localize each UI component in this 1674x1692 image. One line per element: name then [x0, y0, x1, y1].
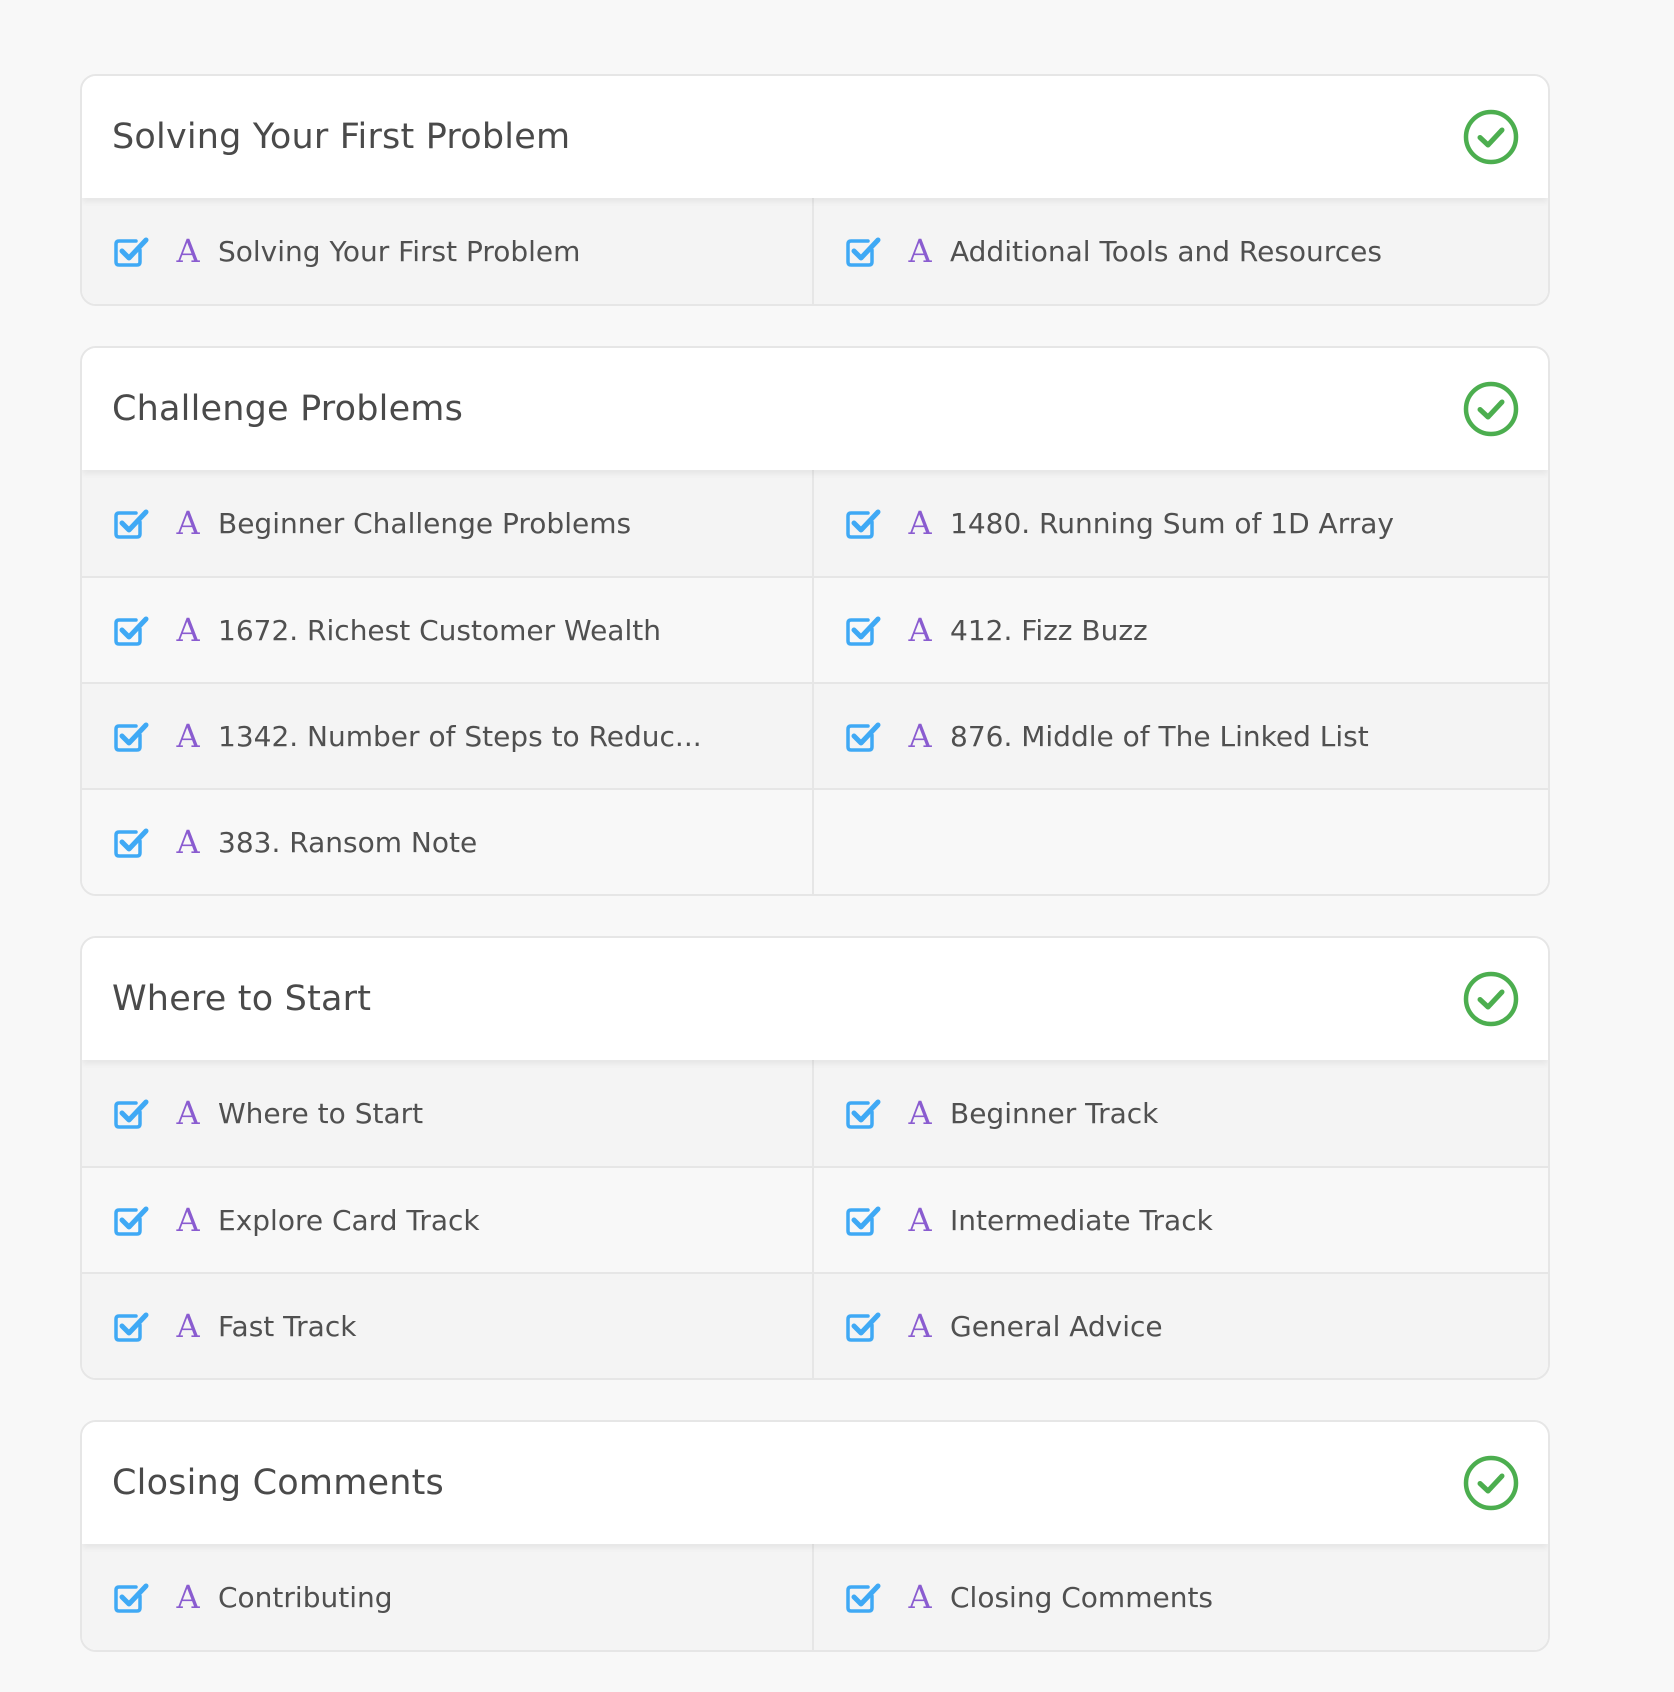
chapter-item-label: Beginner Track [950, 1096, 1159, 1130]
empty-cell [814, 788, 1548, 894]
chapter-item[interactable]: A Where to Start [82, 1060, 814, 1166]
chapter-item-label: Additional Tools and Resources [950, 234, 1382, 268]
article-type-icon: A [908, 611, 932, 649]
check-circle-icon [1463, 109, 1519, 165]
checkbox-checked-icon[interactable] [112, 504, 150, 542]
checkbox-checked-icon[interactable] [112, 1578, 150, 1616]
chapter-item-label: Beginner Challenge Problems [218, 506, 632, 540]
chapter-item-label: Intermediate Track [950, 1203, 1213, 1237]
chapter-item-label: 1342. Number of Steps to Reduc... [218, 719, 702, 753]
chapter-item[interactable]: A Contributing [82, 1544, 814, 1650]
checkbox-checked-icon[interactable] [112, 717, 150, 755]
article-type-icon: A [908, 1578, 932, 1616]
chapter-items-grid: A Solving Your First Problem A Additional T… [82, 198, 1548, 304]
chapter-item[interactable]: A Beginner Challenge Problems [82, 470, 814, 576]
chapter-item-label: Contributing [218, 1580, 393, 1614]
chapter-item[interactable]: A 1672. Richest Customer Wealth [82, 576, 814, 682]
article-type-icon: A [908, 232, 932, 270]
chapter-list: Solving Your First Problem A Solving Your … [80, 74, 1550, 1692]
chapter-card: Where to Start A Where to Start A Beginner T… [80, 936, 1550, 1380]
chapter-item[interactable]: A Closing Comments [814, 1544, 1548, 1650]
chapter-items-grid: A Where to Start A Beginner Track A Explore C… [82, 1060, 1548, 1378]
chapter-card: Challenge Problems A Beginner Challenge Pr… [80, 346, 1550, 896]
checkbox-checked-icon[interactable] [844, 232, 882, 270]
chapter-item-label: Solving Your First Problem [218, 234, 581, 268]
chapter-item[interactable]: A Explore Card Track [82, 1166, 814, 1272]
chapter-card: Solving Your First Problem A Solving Your … [80, 74, 1550, 306]
checkbox-checked-icon[interactable] [844, 504, 882, 542]
checkbox-checked-icon[interactable] [844, 717, 882, 755]
checkbox-checked-icon[interactable] [112, 1094, 150, 1132]
checkbox-checked-icon[interactable] [112, 1201, 150, 1239]
chapter-item-label: 383. Ransom Note [218, 825, 478, 859]
chapter-item-label: Closing Comments [950, 1580, 1214, 1614]
chapter-item[interactable]: A Fast Track [82, 1272, 814, 1378]
check-circle-icon [1463, 971, 1519, 1027]
chapter-title: Closing Comments [112, 1463, 444, 1503]
chapter-title: Challenge Problems [112, 389, 464, 429]
check-circle-icon [1463, 381, 1519, 437]
chapter-item-label: Explore Card Track [218, 1203, 480, 1237]
chapter-item[interactable]: A 876. Middle of The Linked List [814, 682, 1548, 788]
chapter-header[interactable]: Challenge Problems [82, 348, 1548, 470]
chapter-header[interactable]: Where to Start [82, 938, 1548, 1060]
chapter-item[interactable]: A Intermediate Track [814, 1166, 1548, 1272]
article-type-icon: A [176, 1094, 200, 1132]
checkbox-checked-icon[interactable] [112, 1307, 150, 1345]
chapter-item[interactable]: A 1342. Number of Steps to Reduc... [82, 682, 814, 788]
checkbox-checked-icon[interactable] [844, 1094, 882, 1132]
check-circle-icon [1463, 1455, 1519, 1511]
chapter-title: Where to Start [112, 979, 372, 1019]
checkbox-checked-icon[interactable] [112, 232, 150, 270]
chapter-item-label: 1672. Richest Customer Wealth [218, 613, 661, 647]
article-type-icon: A [176, 611, 200, 649]
chapter-item-label: 876. Middle of The Linked List [950, 719, 1369, 753]
checkbox-checked-icon[interactable] [844, 1201, 882, 1239]
chapter-item-label: 412. Fizz Buzz [950, 613, 1148, 647]
checkbox-checked-icon[interactable] [844, 1307, 882, 1345]
chapter-item[interactable]: A Additional Tools and Resources [814, 198, 1548, 304]
chapter-items-grid: A Contributing A Closing Comments [82, 1544, 1548, 1650]
article-type-icon: A [176, 823, 200, 861]
article-type-icon: A [176, 1307, 200, 1345]
article-type-icon: A [176, 232, 200, 270]
chapter-item[interactable]: A 412. Fizz Buzz [814, 576, 1548, 682]
chapter-item-label: Fast Track [218, 1309, 357, 1343]
chapter-header[interactable]: Solving Your First Problem [82, 76, 1548, 198]
article-type-icon: A [176, 504, 200, 542]
chapter-item-label: General Advice [950, 1309, 1163, 1343]
chapter-header[interactable]: Closing Comments [82, 1422, 1548, 1544]
chapter-item-label: Where to Start [218, 1096, 424, 1130]
article-type-icon: A [908, 1307, 932, 1345]
checkbox-checked-icon[interactable] [844, 1578, 882, 1616]
chapter-item[interactable]: A Solving Your First Problem [82, 198, 814, 304]
chapter-item[interactable]: A General Advice [814, 1272, 1548, 1378]
checkbox-checked-icon[interactable] [112, 611, 150, 649]
chapter-item[interactable]: A 1480. Running Sum of 1D Array [814, 470, 1548, 576]
chapter-title: Solving Your First Problem [112, 117, 571, 157]
article-type-icon: A [176, 1578, 200, 1616]
article-type-icon: A [908, 504, 932, 542]
chapter-item[interactable]: A Beginner Track [814, 1060, 1548, 1166]
checkbox-checked-icon[interactable] [844, 611, 882, 649]
chapter-item[interactable]: A 383. Ransom Note [82, 788, 814, 894]
article-type-icon: A [908, 1094, 932, 1132]
article-type-icon: A [176, 1201, 200, 1239]
article-type-icon: A [908, 1201, 932, 1239]
chapter-item-label: 1480. Running Sum of 1D Array [950, 506, 1394, 540]
article-type-icon: A [908, 717, 932, 755]
checkbox-checked-icon[interactable] [112, 823, 150, 861]
chapter-card: Closing Comments A Contributing A Closing Co… [80, 1420, 1550, 1652]
article-type-icon: A [176, 717, 200, 755]
chapter-items-grid: A Beginner Challenge Problems A 1480. Runni… [82, 470, 1548, 894]
